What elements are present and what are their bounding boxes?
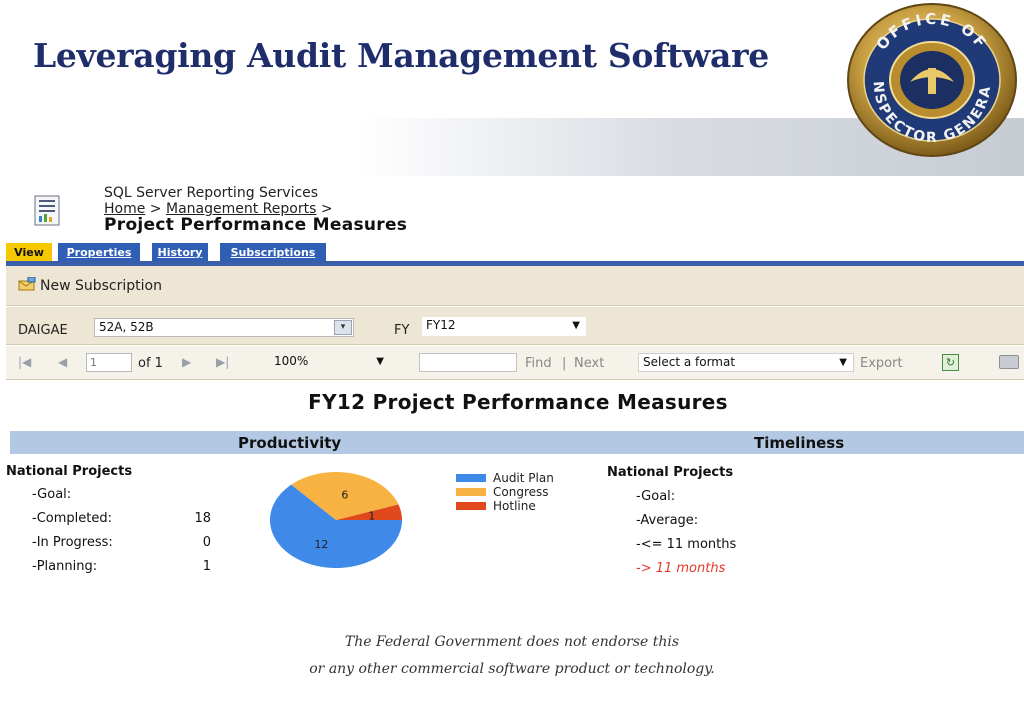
report-document-icon <box>34 195 60 226</box>
productivity-pie-chart: 1126 <box>269 472 402 568</box>
productivity-in-progress-value: 0 <box>202 535 211 550</box>
timeliness-header: Timeliness <box>754 434 845 452</box>
productivity-goal-label: -Goal: <box>32 487 72 502</box>
chevron-down-icon[interactable]: ▾ <box>334 320 352 335</box>
productivity-completed-label: -Completed: <box>32 511 112 526</box>
tab-view[interactable]: View <box>6 243 52 263</box>
report-viewer-toolbar: |◀ ◀ 1 of 1 ▶ ▶| 100% ▼ Find | Next Sele… <box>6 346 1024 380</box>
daigae-select[interactable]: 52A, 52B ▾ <box>94 318 354 337</box>
pie-data-label: 12 <box>314 538 328 551</box>
ssrs-report-viewer: SQL Server Reporting Services Home > Man… <box>0 176 1024 584</box>
chevron-down-icon[interactable]: ▼ <box>376 353 384 370</box>
legend-swatch <box>456 474 486 482</box>
productivity-planning-value: 1 <box>202 559 211 574</box>
pie-data-label: 6 <box>341 488 348 501</box>
ssrs-header: SQL Server Reporting Services Home > Man… <box>0 176 1024 242</box>
fy-value: FY12 <box>426 318 456 332</box>
print-icon[interactable] <box>999 355 1019 369</box>
productivity-group-title: National Projects <box>6 464 133 479</box>
page-number-input[interactable]: 1 <box>86 353 132 372</box>
inspector-general-seal-logo: OFFICE OF INSPECTOR GENERAL <box>846 2 1017 157</box>
disclaimer-line-1: The Federal Government does not endorse … <box>344 634 680 650</box>
export-link[interactable]: Export <box>860 356 903 371</box>
timeliness-over-11-months-label: -> 11 months <box>636 561 726 576</box>
timeliness-average-label: -Average: <box>636 513 699 528</box>
tab-subscriptions[interactable]: Subscriptions <box>220 243 326 263</box>
find-link[interactable]: Find <box>525 356 552 371</box>
service-name: SQL Server Reporting Services <box>104 185 319 201</box>
page-count: of 1 <box>138 356 163 371</box>
zoom-select[interactable]: 100% ▼ <box>270 353 390 372</box>
productivity-in-progress-label: -In Progress: <box>32 535 113 550</box>
export-format-select[interactable]: Select a format ▼ <box>638 353 854 372</box>
report-body: FY12 Project Performance Measures Produc… <box>0 380 1024 584</box>
new-subscription-button[interactable]: New Subscription <box>18 277 162 294</box>
find-separator: | <box>562 356 567 371</box>
previous-page-icon[interactable]: ◀ <box>58 355 67 369</box>
slide-title: Leveraging Audit Management Software <box>33 36 769 75</box>
chevron-down-icon[interactable]: ▼ <box>572 317 580 334</box>
daigae-label: DAIGAE <box>18 323 68 338</box>
daigae-value: 52A, 52B <box>99 320 154 334</box>
parameters-bar: DAIGAE 52A, 52B ▾ FY FY12 ▼ <box>6 307 1024 345</box>
new-subscription-icon <box>18 277 36 291</box>
timeliness-group-title: National Projects <box>607 465 734 480</box>
zoom-value: 100% <box>274 354 309 368</box>
new-subscription-label: New Subscription <box>40 278 162 294</box>
next-page-icon[interactable]: ▶ <box>182 355 191 369</box>
subscription-toolbar: New Subscription <box>6 266 1024 306</box>
report-title: Project Performance Measures <box>104 215 408 235</box>
last-page-icon[interactable]: ▶| <box>216 355 229 369</box>
legend-label: Hotline <box>493 499 536 513</box>
find-text-input[interactable] <box>419 353 517 372</box>
timeliness-within-11-months-label: -<= 11 months <box>636 537 737 552</box>
refresh-icon[interactable]: ↻ <box>942 354 959 371</box>
legend-label: Audit Plan <box>493 471 554 485</box>
legend-label: Congress <box>493 485 549 499</box>
legend-swatch <box>456 502 486 510</box>
fy-select[interactable]: FY12 ▼ <box>422 317 586 336</box>
tab-history[interactable]: History <box>152 243 208 263</box>
section-header-bar: Productivity Timeliness <box>10 431 1024 454</box>
timeliness-goal-label: -Goal: <box>636 489 676 504</box>
export-format-value: Select a format <box>643 355 736 369</box>
legend-swatch <box>456 488 486 496</box>
productivity-completed-value: 18 <box>194 511 211 526</box>
first-page-icon[interactable]: |◀ <box>18 355 31 369</box>
find-next-link[interactable]: Next <box>574 356 604 371</box>
productivity-planning-label: -Planning: <box>32 559 98 574</box>
chevron-down-icon[interactable]: ▼ <box>839 354 847 371</box>
fy-label: FY <box>394 323 410 338</box>
disclaimer-line-2: or any other commercial software product… <box>309 661 715 677</box>
tab-properties[interactable]: Properties <box>58 243 140 263</box>
productivity-header: Productivity <box>238 434 342 452</box>
report-heading: FY12 Project Performance Measures <box>308 390 728 414</box>
